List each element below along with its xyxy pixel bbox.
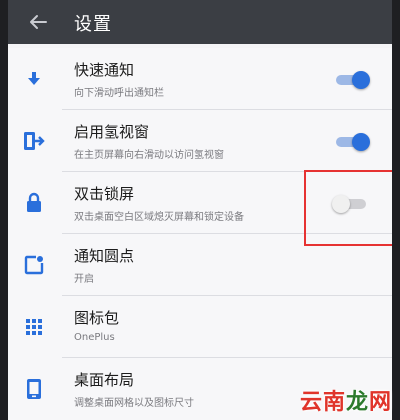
setting-row-hydrogen-shelf[interactable]: 启用氢视窗 在主页屏幕向右滑动以访问氢视窗 bbox=[8, 110, 392, 172]
back-button[interactable] bbox=[24, 8, 52, 36]
watermark-text: 龙 bbox=[345, 390, 369, 415]
setting-row-icon-pack[interactable]: 图标包 OnePlus bbox=[8, 296, 392, 358]
setting-subtitle: 开启 bbox=[74, 274, 94, 285]
watermark-text: 云南 bbox=[299, 390, 346, 415]
back-arrow-icon bbox=[30, 15, 47, 29]
top-app-bar: 设置 bbox=[8, 0, 392, 44]
setting-row-quick-notification[interactable]: 快速通知 向下滑动呼出通知栏 bbox=[8, 48, 392, 110]
lock-icon bbox=[22, 191, 46, 215]
settings-screen: 设置 快速通知 向下滑动呼出通知栏 启用氢视窗 在主页屏幕向右滑动以访问氢视窗 … bbox=[8, 0, 392, 420]
toggle-highlight-box bbox=[304, 170, 392, 246]
setting-subtitle: 在主页屏幕向右滑动以访问氢视窗 bbox=[74, 150, 224, 161]
device-bezel-right bbox=[392, 0, 400, 420]
site-watermark: 云南龙网 bbox=[300, 384, 392, 416]
setting-title: 通知圆点 bbox=[74, 247, 135, 265]
notification-dot-icon bbox=[22, 253, 46, 277]
grid-icon bbox=[22, 315, 46, 339]
phone-icon bbox=[22, 377, 46, 401]
setting-subtitle: 双击桌面空白区域熄灭屏幕和锁定设备 bbox=[74, 212, 244, 223]
watermark-text: 网 bbox=[368, 390, 392, 415]
setting-subtitle: 向下滑动呼出通知栏 bbox=[74, 88, 164, 99]
device-bezel-left bbox=[0, 0, 8, 420]
setting-title: 图标包 bbox=[74, 309, 120, 327]
quick-notification-toggle[interactable] bbox=[332, 69, 370, 91]
arrow-down-icon bbox=[22, 67, 46, 91]
setting-title: 桌面布局 bbox=[74, 371, 135, 389]
toggle-knob bbox=[352, 133, 370, 151]
page-title: 设置 bbox=[74, 14, 112, 35]
hydrogen-shelf-toggle[interactable] bbox=[332, 131, 370, 153]
setting-subtitle: 调整桌面网格以及图标尺寸 bbox=[74, 398, 194, 409]
toggle-knob bbox=[352, 71, 370, 89]
setting-title: 启用氢视窗 bbox=[74, 123, 150, 141]
setting-title: 快速通知 bbox=[74, 61, 135, 79]
setting-subtitle: OnePlus bbox=[74, 332, 115, 343]
exit-screen-icon bbox=[22, 129, 46, 153]
setting-title: 双击锁屏 bbox=[74, 185, 135, 203]
